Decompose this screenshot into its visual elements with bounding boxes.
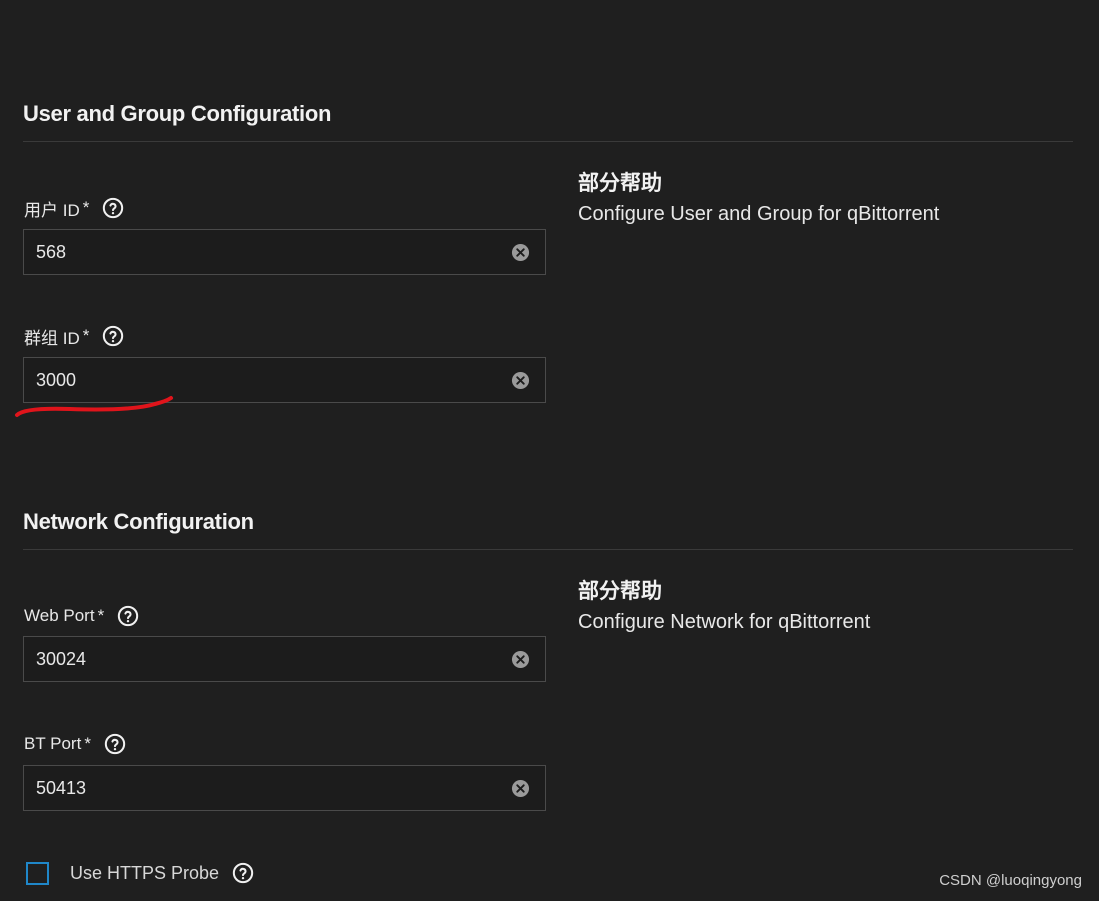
help-circle-icon[interactable] [101,324,125,348]
clear-circle-icon[interactable] [510,370,530,390]
help-circle-icon[interactable] [101,196,125,220]
user-id-input-wrapper [23,229,546,275]
bt-port-input[interactable] [24,766,510,810]
help-circle-icon[interactable] [116,604,140,628]
web-port-input-wrapper [23,636,546,682]
help-title: 部分帮助 [578,580,662,603]
required-marker: * [84,734,91,753]
help-circle-icon[interactable] [231,861,255,885]
clear-circle-icon[interactable] [510,649,530,669]
group-id-input-wrapper [23,357,546,403]
section-divider [23,549,1073,550]
clear-circle-icon[interactable] [510,242,530,262]
required-marker: * [82,198,90,217]
label-text: 用户 ID [24,200,80,220]
field-label-bt-port: BT Port * [24,732,127,756]
required-marker: * [97,606,105,625]
label-text: Web Port [24,606,95,625]
required-marker: * [82,326,90,345]
https-probe-checkbox[interactable] [26,861,49,885]
help-title: 部分帮助 [578,172,662,195]
clear-circle-icon[interactable] [510,778,530,798]
user-id-input[interactable] [24,230,510,274]
watermark: CSDN @luoqingyong [939,872,1082,889]
group-id-input[interactable] [24,358,510,402]
help-text: Configure Network for qBittorrent [578,611,871,633]
help-circle-icon[interactable] [103,732,127,756]
field-label-web-port: Web Port * [24,604,140,628]
https-probe-row: Use HTTPS Probe [26,860,255,886]
label-text: 群组 ID [24,328,80,348]
label-text: BT Port [24,734,82,753]
https-probe-label[interactable]: Use HTTPS Probe [70,863,219,884]
section-divider [23,141,1073,142]
field-label-group-id: 群组 ID * [24,324,125,348]
section-title-network: Network Configuration [23,509,254,534]
bt-port-input-wrapper [23,765,546,811]
app-settings-page: User and Group Configuration 部分帮助 Config… [0,0,1099,901]
help-text: Configure User and Group for qBittorrent [578,203,940,225]
section-title-user-group: User and Group Configuration [23,101,332,126]
field-label-user-id: 用户 ID * [24,196,125,220]
web-port-input[interactable] [24,637,510,681]
